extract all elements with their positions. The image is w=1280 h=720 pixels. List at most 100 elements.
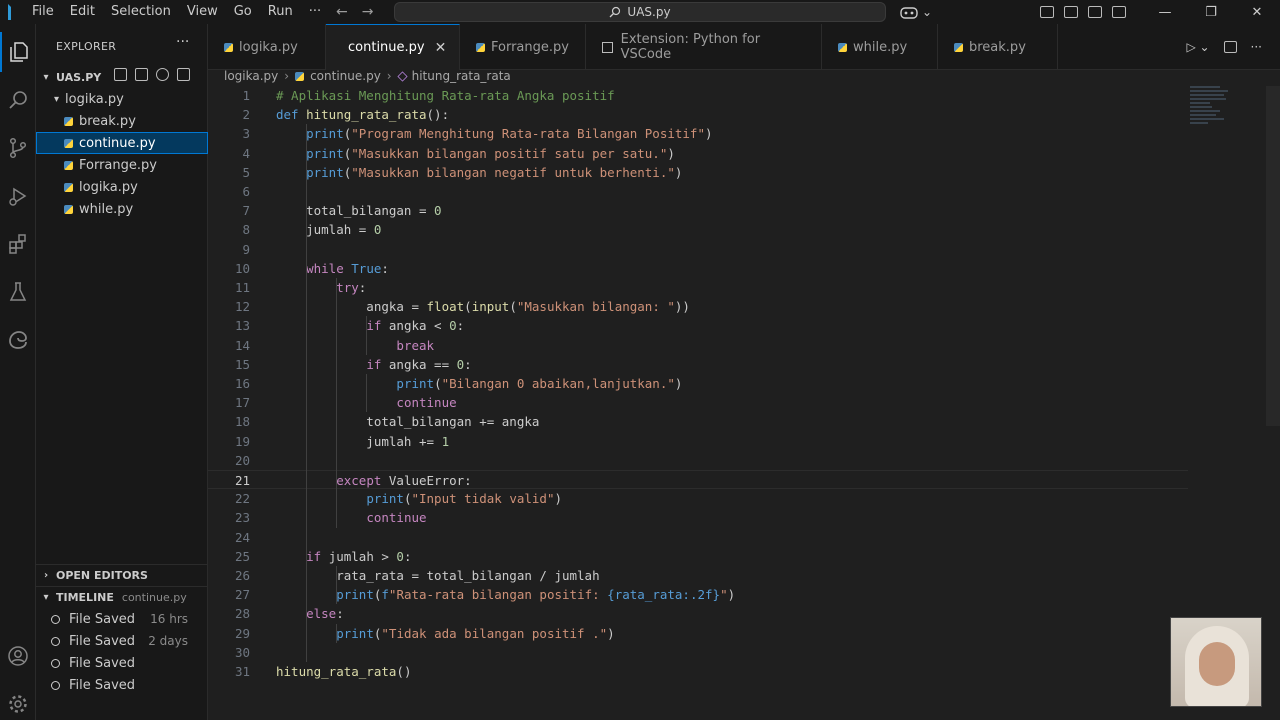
breadcrumb-file[interactable]: continue.py [310, 69, 381, 83]
code-token-variable [276, 491, 366, 506]
code-line[interactable]: 27 print(f"Rata-rata bilangan positif: {… [208, 585, 1188, 604]
split-editor-icon[interactable] [1223, 41, 1237, 53]
menu-run[interactable]: Run [260, 0, 301, 24]
edge-devtools-icon[interactable] [0, 320, 36, 360]
code-line[interactable]: 12 angka = float(input("Masukkan bilanga… [208, 297, 1188, 316]
tab-logika[interactable]: logika.py [208, 24, 326, 70]
code-token-variable: ) [667, 145, 675, 161]
tree-item-logika-folder[interactable]: ▾ logika.py [36, 88, 208, 110]
restore-button[interactable]: ❐ [1188, 5, 1234, 20]
menu-view[interactable]: View [179, 0, 226, 24]
timeline-entry[interactable]: File Saved [36, 652, 186, 674]
timeline-entry[interactable]: File Saved 2 days [36, 630, 188, 652]
new-folder-icon[interactable] [135, 68, 148, 81]
tree-item-forrange[interactable]: Forrange.py [36, 154, 208, 176]
tree-item-break[interactable]: break.py [36, 110, 208, 132]
code-line[interactable]: 7 total_bilangan = 0 [208, 201, 1188, 220]
code-token-variable: () [396, 664, 412, 679]
explorer-icon[interactable] [0, 32, 36, 72]
line-number: 26 [234, 568, 250, 583]
breadcrumb-symbol[interactable]: hitung_rata_rata [412, 69, 511, 83]
toggle-sidebar-icon[interactable] [1064, 6, 1078, 18]
timeline-entry[interactable]: File Saved [36, 674, 186, 696]
code-line[interactable]: 26 rata_rata = total_bilangan / jumlah [208, 566, 1188, 585]
code-line[interactable]: 28 else: [208, 604, 1188, 623]
tree-item-logika[interactable]: logika.py [36, 176, 208, 198]
toggle-secondary-sidebar-icon[interactable] [1112, 6, 1126, 18]
code-line[interactable]: 10 while True: [208, 259, 1188, 278]
tree-item-continue[interactable]: continue.py [36, 132, 208, 154]
code-line[interactable]: 21 except ValueError: [208, 470, 1188, 489]
menu-go[interactable]: Go [226, 0, 260, 24]
customize-layout-icon[interactable] [1040, 6, 1054, 18]
code-line[interactable]: 20 [208, 451, 1188, 470]
tree-item-label: logika.py [79, 179, 138, 195]
menu-selection[interactable]: Selection [103, 0, 179, 24]
close-icon[interactable]: ✕ [435, 40, 447, 56]
code-line[interactable]: 6 [208, 182, 1188, 201]
open-editors-section[interactable]: › OPEN EDITORS [36, 564, 208, 586]
tab-extension-python[interactable]: Extension: Python for VSCode [586, 24, 822, 70]
run-file-icon[interactable]: ▷ ⌄ [1186, 40, 1209, 54]
code-line[interactable]: 8 jumlah = 0 [208, 220, 1188, 239]
code-line[interactable]: 31 hitung_rata_rata() [208, 662, 1188, 681]
code-line[interactable]: 19 jumlah += 1 [208, 432, 1188, 451]
minimize-button[interactable]: — [1142, 5, 1188, 20]
close-window-button[interactable]: ✕ [1234, 5, 1280, 20]
tree-item-while[interactable]: while.py [36, 198, 208, 220]
code-line[interactable]: 1 # Aplikasi Menghitung Rata-rata Angka p… [208, 86, 1188, 105]
code-line[interactable]: 2 def hitung_rata_rata(): [208, 105, 1188, 124]
timeline-entry[interactable]: File Saved 16 hrs [36, 608, 188, 630]
more-actions-icon[interactable]: ··· [1251, 40, 1262, 54]
code-line[interactable]: 18 total_bilangan += angka [208, 412, 1188, 431]
forward-arrow-icon[interactable]: → [362, 4, 374, 20]
accounts-icon[interactable] [0, 636, 36, 676]
code-line[interactable]: 17 continue [208, 393, 1188, 412]
breadcrumb-folder[interactable]: logika.py [224, 69, 278, 83]
code-line[interactable]: 30 [208, 643, 1188, 662]
new-file-icon[interactable] [114, 68, 127, 81]
code-line[interactable]: 14 break [208, 336, 1188, 355]
copilot-button[interactable]: ⌄ [900, 0, 932, 24]
editor-scrollbar[interactable] [1266, 86, 1280, 426]
code-token-variable: ) [674, 376, 683, 391]
indent-guide [336, 566, 338, 605]
code-line[interactable]: 22 print("Input tidak valid") [208, 489, 1188, 508]
code-line[interactable]: 29 print("Tidak ada bilangan positif .") [208, 624, 1188, 643]
refresh-icon[interactable] [156, 68, 169, 81]
code-line[interactable]: 11 try: [208, 278, 1188, 297]
code-line[interactable]: 15 if angka == 0: [208, 355, 1188, 374]
code-text: print("Masukkan bilangan positif satu pe… [276, 144, 675, 163]
source-control-icon[interactable] [0, 128, 36, 168]
gear-icon[interactable] [0, 684, 36, 720]
tab-forrange[interactable]: Forrange.py [460, 24, 586, 70]
code-line[interactable]: 4 print("Masukkan bilangan positif satu … [208, 144, 1188, 163]
code-editor[interactable]: 1 # Aplikasi Menghitung Rata-rata Angka p… [208, 86, 1280, 720]
menu-file[interactable]: File [24, 0, 62, 24]
explorer-more-button[interactable]: ··· [176, 34, 189, 50]
minimap[interactable] [1190, 86, 1236, 136]
menu-more[interactable]: ··· [301, 0, 329, 24]
tab-continue[interactable]: continue.py ✕ [326, 24, 460, 70]
code-line[interactable]: 24 [208, 528, 1188, 547]
tab-while[interactable]: while.py [822, 24, 938, 70]
code-line[interactable]: 5 print("Masukkan bilangan negatif untuk… [208, 163, 1188, 182]
code-line[interactable]: 13 if angka < 0: [208, 316, 1188, 335]
tab-break[interactable]: break.py [938, 24, 1058, 70]
search-icon[interactable] [0, 80, 36, 120]
timeline-section[interactable]: ▾ TIMELINE continue.py [36, 586, 208, 608]
chevron-right-icon: › [43, 570, 49, 581]
code-line[interactable]: 23 continue [208, 508, 1188, 527]
code-line[interactable]: 16 print("Bilangan 0 abaikan,lanjutkan."… [208, 374, 1188, 393]
menu-edit[interactable]: Edit [62, 0, 103, 24]
back-arrow-icon[interactable]: ← [336, 4, 348, 20]
run-debug-icon[interactable] [0, 176, 36, 216]
command-center-search[interactable]: UAS.py [394, 2, 886, 22]
collapse-all-icon[interactable] [177, 68, 190, 81]
code-line[interactable]: 3 print("Program Menghitung Rata-rata Bi… [208, 124, 1188, 143]
toggle-panel-icon[interactable] [1088, 6, 1102, 18]
code-line[interactable]: 9 [208, 240, 1188, 259]
extensions-icon[interactable] [0, 224, 36, 264]
code-line[interactable]: 25 if jumlah > 0: [208, 547, 1188, 566]
testing-icon[interactable] [0, 272, 36, 312]
